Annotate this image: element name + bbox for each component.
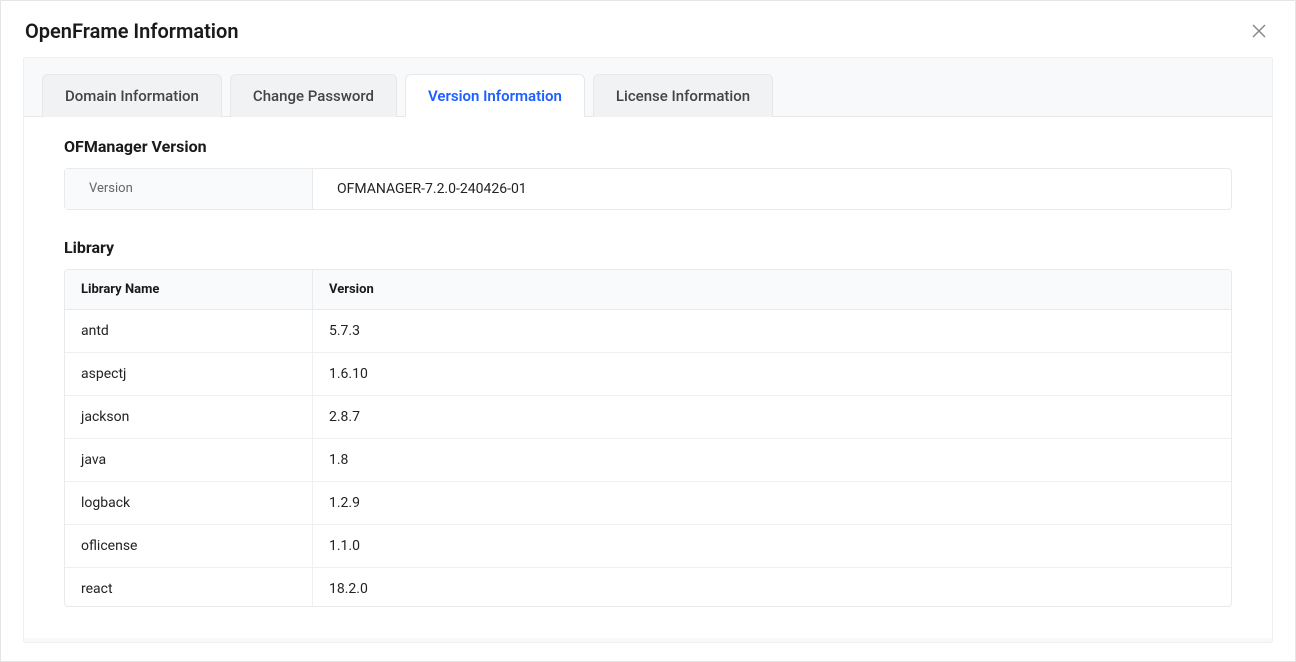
close-button[interactable] [1247, 19, 1271, 43]
library-name-cell: react [65, 568, 313, 606]
library-col-version: Version [313, 270, 1231, 309]
library-version-cell: 18.2.0 [313, 568, 1231, 606]
library-name-cell: jackson [65, 396, 313, 438]
modal-title: OpenFrame Information [25, 19, 239, 43]
tabs-bar: Domain Information Change Password Versi… [24, 58, 1272, 117]
tab-change-password[interactable]: Change Password [230, 74, 397, 117]
table-row: react18.2.0 [65, 568, 1231, 606]
table-row: antd5.7.3 [65, 310, 1231, 353]
tab-version-information[interactable]: Version Information [405, 74, 585, 117]
tab-license-information[interactable]: License Information [593, 74, 773, 117]
table-row: oflicense1.1.0 [65, 525, 1231, 568]
library-table: Library Name Version antd5.7.3aspectj1.6… [64, 269, 1232, 607]
library-section-title: Library [64, 238, 1232, 257]
openframe-info-modal: OpenFrame Information Domain Information… [0, 0, 1296, 662]
ofmanager-section-title: OFManager Version [64, 137, 1232, 156]
ofmanager-version-label: Version [65, 169, 313, 209]
library-name-cell: logback [65, 482, 313, 524]
library-version-cell: 5.7.3 [313, 310, 1231, 352]
library-name-cell: aspectj [65, 353, 313, 395]
ofmanager-version-row: Version OFMANAGER-7.2.0-240426-01 [64, 168, 1232, 210]
library-version-cell: 1.6.10 [313, 353, 1231, 395]
table-row: java1.8 [65, 439, 1231, 482]
tab-panel-version-information: OFManager Version Version OFMANAGER-7.2.… [24, 116, 1272, 638]
library-name-cell: antd [65, 310, 313, 352]
library-version-cell: 2.8.7 [313, 396, 1231, 438]
library-table-body[interactable]: antd5.7.3aspectj1.6.10jackson2.8.7java1.… [65, 310, 1231, 606]
library-version-cell: 1.1.0 [313, 525, 1231, 567]
close-icon [1251, 23, 1267, 39]
tab-domain-information[interactable]: Domain Information [42, 74, 222, 117]
content-panel: Domain Information Change Password Versi… [23, 57, 1273, 643]
library-table-header: Library Name Version [65, 270, 1231, 310]
library-version-cell: 1.2.9 [313, 482, 1231, 524]
table-row: jackson2.8.7 [65, 396, 1231, 439]
library-name-cell: oflicense [65, 525, 313, 567]
table-row: logback1.2.9 [65, 482, 1231, 525]
library-version-cell: 1.8 [313, 439, 1231, 481]
ofmanager-version-value: OFMANAGER-7.2.0-240426-01 [313, 169, 551, 209]
library-col-name: Library Name [65, 270, 313, 309]
modal-header: OpenFrame Information [1, 1, 1295, 57]
table-row: aspectj1.6.10 [65, 353, 1231, 396]
library-name-cell: java [65, 439, 313, 481]
